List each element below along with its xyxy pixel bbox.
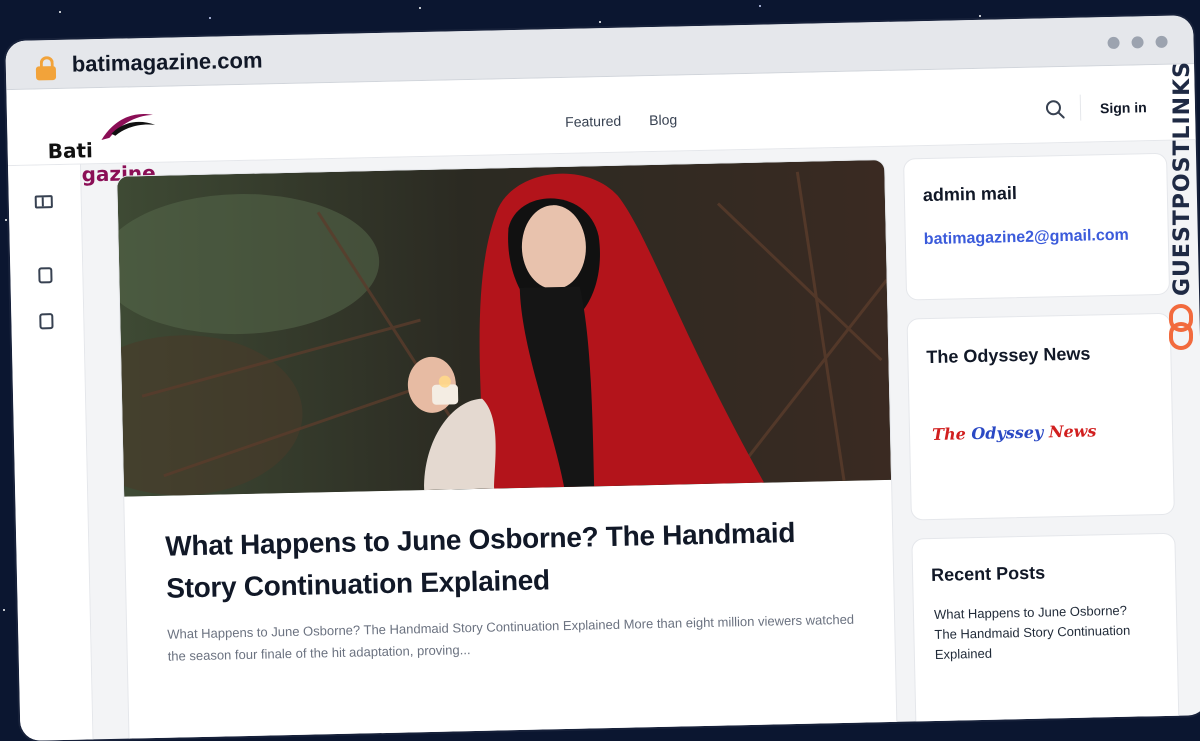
widget-title: The Odyssey News <box>926 343 1091 368</box>
odyssey-logo-news: News <box>1043 421 1097 442</box>
widget-title: Recent Posts <box>930 562 1046 586</box>
lock-icon <box>35 56 57 81</box>
header-divider <box>1079 94 1082 121</box>
window-dot[interactable] <box>1131 36 1144 49</box>
odyssey-news-widget: The Odyssey News The Odyssey News <box>906 312 1175 521</box>
window-dot[interactable] <box>1107 36 1120 50</box>
recent-post-link[interactable]: What Happens to June Osborne? The Handma… <box>934 600 1145 665</box>
recent-posts-widget: Recent Posts What Happens to June Osborn… <box>911 532 1180 741</box>
logo-word-bati: Bati <box>47 138 94 164</box>
main-nav: Featured Blog <box>565 111 677 129</box>
sign-in-link[interactable]: Sign in <box>1100 99 1147 116</box>
odyssey-logo-the: The <box>931 424 972 444</box>
page-icon[interactable] <box>39 313 54 330</box>
search-icon[interactable] <box>1045 99 1065 119</box>
browser-window: batimagazine.com Bati Magazine Featured … <box>5 15 1200 741</box>
sidebar-toggle-icon[interactable] <box>34 195 53 209</box>
post-hero-image[interactable] <box>117 159 892 497</box>
odyssey-news-logo[interactable]: The Odyssey News <box>932 421 1097 444</box>
admin-email-link[interactable]: batimagazine2@gmail.com <box>924 227 1129 249</box>
widget-title: admin mail <box>922 183 1018 206</box>
admin-mail-widget: admin mail batimagazine2@gmail.com <box>903 152 1171 301</box>
nav-item-featured[interactable]: Featured <box>565 113 621 130</box>
site-logo[interactable]: Bati Magazine <box>47 108 188 187</box>
left-rail <box>7 164 95 741</box>
post-excerpt: What Happens to June Osborne? The Handma… <box>167 611 855 664</box>
link-icon <box>1169 304 1193 350</box>
window-controls <box>1107 35 1168 50</box>
odyssey-logo-odyssey: Odyssey <box>971 422 1044 444</box>
post-title[interactable]: What Happens to June Osborne? The Handma… <box>165 511 857 610</box>
url-text[interactable]: batimagazine.com <box>72 47 263 77</box>
page-icon[interactable] <box>38 267 53 284</box>
badge-text: GUESTPOSTLINKS <box>1170 61 1195 296</box>
guestpostlinks-badge: GUESTPOSTLINKS <box>1166 60 1200 360</box>
hero-photo <box>117 159 892 497</box>
window-dot[interactable] <box>1155 35 1168 49</box>
featured-post-card[interactable]: What Happens to June Osborne? The Handma… <box>116 158 899 741</box>
nav-item-blog[interactable]: Blog <box>649 111 677 128</box>
